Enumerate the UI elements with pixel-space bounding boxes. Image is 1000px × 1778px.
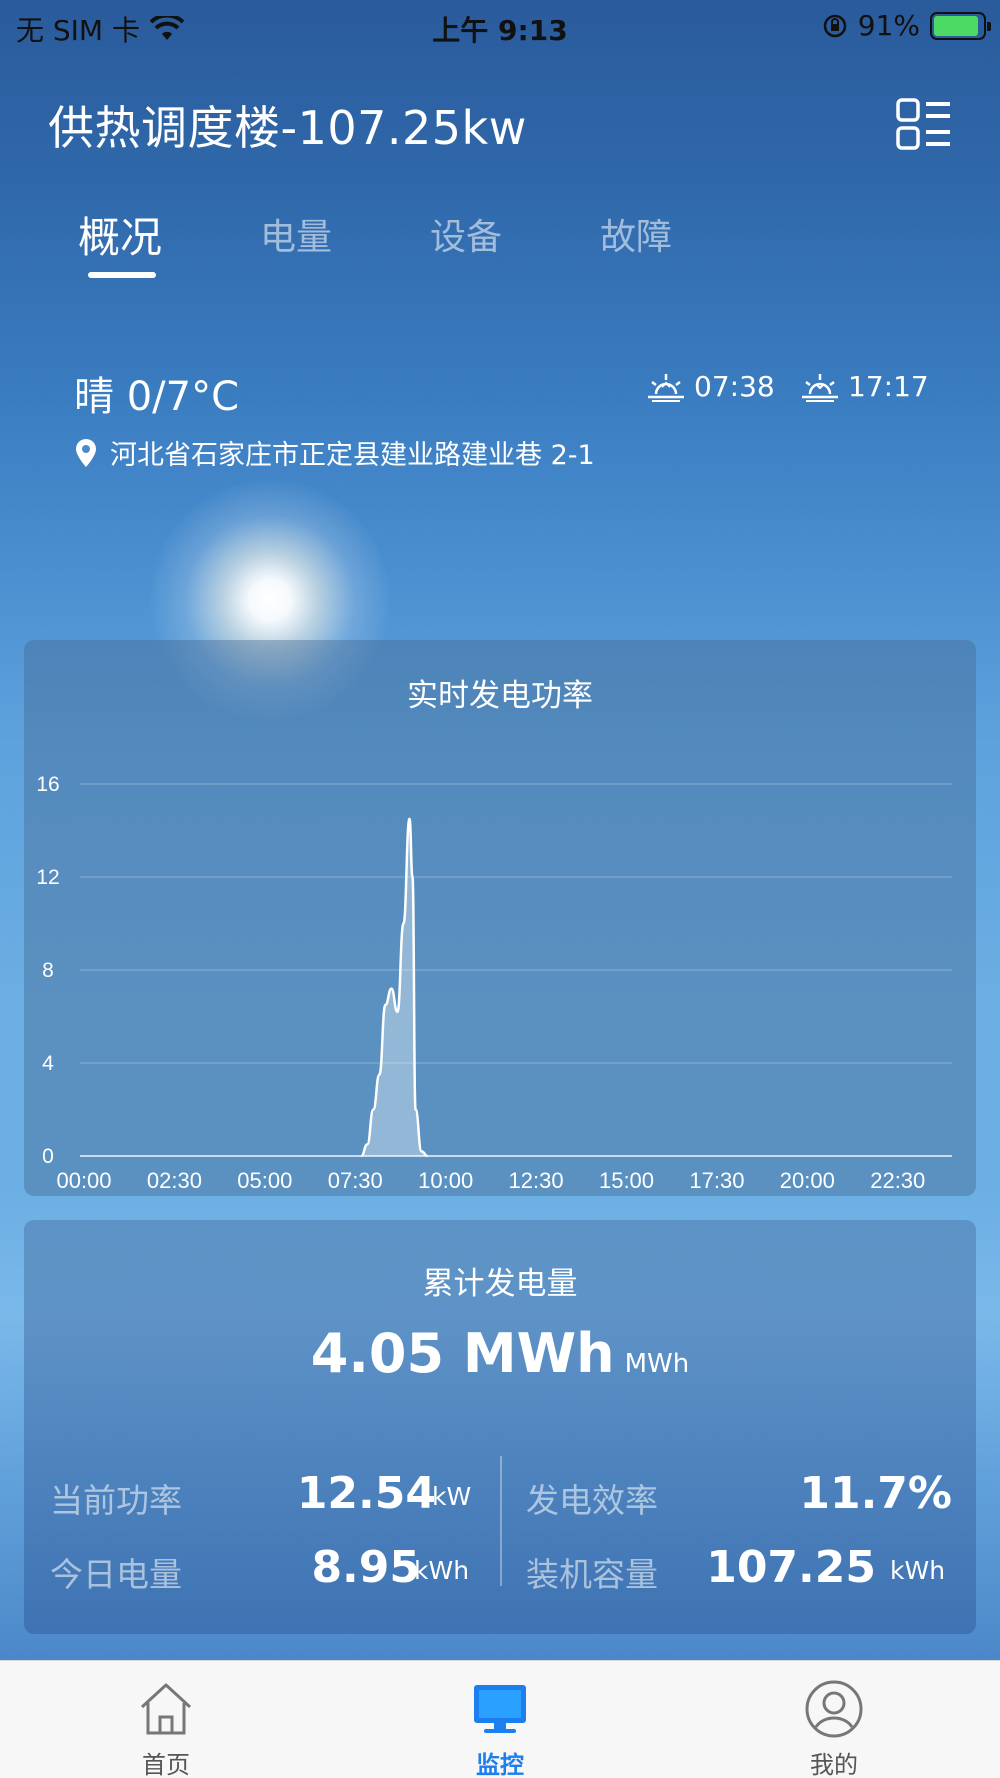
tab-home[interactable]: 首页	[66, 1661, 266, 1778]
tab-bar-top: 概况 电量 设备 故障	[0, 208, 1000, 278]
today-energy-label: 今日电量	[50, 1555, 182, 1594]
x-tick-label: 15:00	[599, 1168, 654, 1193]
location-pin-icon	[76, 438, 96, 467]
tab-faults[interactable]: 故障	[600, 208, 672, 260]
monitor-icon	[474, 1685, 526, 1733]
orientation-lock-icon	[823, 14, 847, 37]
weather-summary: 晴 0/7°C	[74, 374, 240, 420]
efficiency-value: 11.7%	[799, 1468, 952, 1519]
y-tick-label: 0	[42, 1145, 54, 1168]
stats-divider	[500, 1456, 502, 1586]
grid-list-icon[interactable]	[896, 96, 952, 152]
battery-fill	[934, 15, 978, 36]
sunrise-icon	[648, 373, 684, 402]
sunset: 17:17	[800, 370, 929, 403]
y-tick-label: 12	[36, 866, 59, 889]
capacity-value: 107.25	[706, 1542, 876, 1593]
efficiency-label: 发电效率	[526, 1481, 658, 1520]
tab-devices[interactable]: 设备	[430, 208, 502, 260]
cumulative-total: 4.05 MWh MWh	[24, 1322, 976, 1385]
battery-percent: 91%	[857, 9, 920, 42]
sunset-icon	[802, 373, 838, 402]
y-tick-label: 4	[42, 1052, 54, 1075]
tab-profile-label: 我的	[810, 1751, 858, 1778]
sunrise: 07:38	[646, 370, 775, 403]
x-tick-label: 02:30	[147, 1168, 202, 1193]
x-tick-label: 05:00	[237, 1168, 292, 1193]
realtime-power-chart: 0 4 8 12 16 00:00 02:30 05:00 07:30 10:00 12:30 15:…	[36, 773, 952, 1193]
page-title: 供热调度楼-107.25kw	[48, 101, 527, 155]
cumulative-energy-card: 累计发电量 4.05 MWh MWh 当前功率 12.54 kW 今日电量 8.9…	[24, 1220, 976, 1634]
tab-home-label: 首页	[142, 1751, 190, 1778]
capacity-label: 装机容量	[526, 1555, 658, 1594]
sunset-time: 17:17	[848, 370, 929, 403]
location-address: 河北省石家庄市正定县建业路建业巷 2-1	[74, 433, 595, 472]
x-tick-label: 12:30	[509, 1168, 564, 1193]
address-text: 河北省石家庄市正定县建业路建业巷 2-1	[110, 440, 595, 471]
x-tick-label: 00:00	[56, 1168, 111, 1193]
capacity-unit: kWh	[890, 1556, 946, 1585]
current-power-value: 12.54	[296, 1468, 436, 1519]
tab-profile[interactable]: 我的	[734, 1661, 934, 1778]
cumulative-title: 累计发电量	[422, 1266, 578, 1302]
cumulative-value: 4.05 MWh	[310, 1322, 615, 1385]
current-power-unit: kW	[432, 1482, 472, 1511]
tab-monitor[interactable]: 监控	[400, 1661, 600, 1778]
x-tick-label: 07:30	[328, 1168, 383, 1193]
power-area	[361, 818, 428, 1156]
tab-overview[interactable]: 概况	[78, 204, 162, 265]
home-icon	[140, 1683, 192, 1735]
tab-indicator	[88, 272, 156, 278]
y-tick-label: 16	[36, 773, 59, 796]
current-power-label: 当前功率	[50, 1481, 182, 1520]
user-icon	[805, 1680, 863, 1738]
cumulative-unit: MWh	[624, 1349, 690, 1379]
tab-energy[interactable]: 电量	[260, 208, 332, 260]
x-tick-label: 10:00	[418, 1168, 473, 1193]
y-tick-label: 8	[42, 959, 54, 982]
bottom-tab-bar: 首页 监控 我的	[0, 1660, 1000, 1778]
realtime-power-card: 实时发电功率 0 4 8 12 16 00:00 02:30 05:00 07:30 10:00 1…	[24, 640, 976, 1196]
sunrise-time: 07:38	[694, 370, 775, 403]
battery-icon	[930, 11, 991, 40]
x-tick-label: 20:00	[780, 1168, 835, 1193]
status-bar: 无 SIM 卡 上午 9:13 91%	[0, 0, 1000, 50]
today-energy-unit: kWh	[414, 1556, 470, 1585]
x-tick-label: 17:30	[689, 1168, 744, 1193]
x-tick-label: 22:30	[870, 1168, 925, 1193]
tab-monitor-label: 监控	[476, 1751, 524, 1778]
today-energy-value: 8.95	[311, 1542, 420, 1593]
